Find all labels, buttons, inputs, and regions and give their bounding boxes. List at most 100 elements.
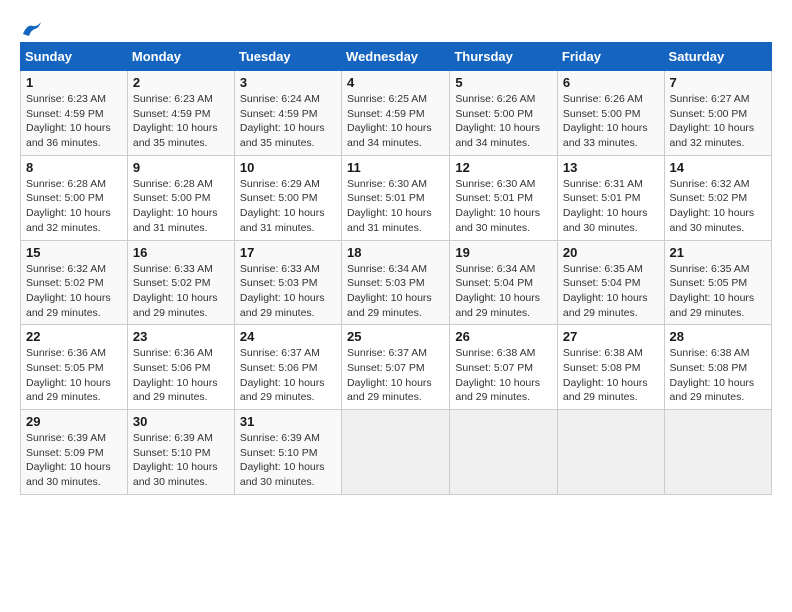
- calendar-table: SundayMondayTuesdayWednesdayThursdayFrid…: [20, 42, 772, 495]
- calendar-cell: 2 Sunrise: 6:23 AM Sunset: 4:59 PM Dayli…: [127, 71, 234, 156]
- calendar-cell: 16 Sunrise: 6:33 AM Sunset: 5:02 PM Dayl…: [127, 240, 234, 325]
- day-info: Sunrise: 6:36 AM Sunset: 5:06 PM Dayligh…: [133, 346, 229, 405]
- calendar-cell: 19 Sunrise: 6:34 AM Sunset: 5:04 PM Dayl…: [450, 240, 558, 325]
- calendar-cell: [557, 410, 664, 495]
- calendar-cell: 28 Sunrise: 6:38 AM Sunset: 5:08 PM Dayl…: [664, 325, 771, 410]
- calendar-cell: 25 Sunrise: 6:37 AM Sunset: 5:07 PM Dayl…: [342, 325, 450, 410]
- col-header-monday: Monday: [127, 43, 234, 71]
- calendar-cell: 22 Sunrise: 6:36 AM Sunset: 5:05 PM Dayl…: [21, 325, 128, 410]
- day-number: 6: [563, 75, 659, 90]
- calendar-cell: 1 Sunrise: 6:23 AM Sunset: 4:59 PM Dayli…: [21, 71, 128, 156]
- day-info: Sunrise: 6:39 AM Sunset: 5:10 PM Dayligh…: [133, 431, 229, 490]
- day-info: Sunrise: 6:29 AM Sunset: 5:00 PM Dayligh…: [240, 177, 336, 236]
- day-info: Sunrise: 6:33 AM Sunset: 5:02 PM Dayligh…: [133, 262, 229, 321]
- calendar-cell: 17 Sunrise: 6:33 AM Sunset: 5:03 PM Dayl…: [234, 240, 341, 325]
- day-info: Sunrise: 6:37 AM Sunset: 5:07 PM Dayligh…: [347, 346, 444, 405]
- day-number: 17: [240, 245, 336, 260]
- day-info: Sunrise: 6:39 AM Sunset: 5:10 PM Dayligh…: [240, 431, 336, 490]
- day-info: Sunrise: 6:23 AM Sunset: 4:59 PM Dayligh…: [26, 92, 122, 151]
- calendar-cell: 30 Sunrise: 6:39 AM Sunset: 5:10 PM Dayl…: [127, 410, 234, 495]
- calendar-cell: 27 Sunrise: 6:38 AM Sunset: 5:08 PM Dayl…: [557, 325, 664, 410]
- calendar-cell: 21 Sunrise: 6:35 AM Sunset: 5:05 PM Dayl…: [664, 240, 771, 325]
- calendar-cell: 5 Sunrise: 6:26 AM Sunset: 5:00 PM Dayli…: [450, 71, 558, 156]
- day-info: Sunrise: 6:32 AM Sunset: 5:02 PM Dayligh…: [26, 262, 122, 321]
- calendar-cell: 20 Sunrise: 6:35 AM Sunset: 5:04 PM Dayl…: [557, 240, 664, 325]
- day-info: Sunrise: 6:28 AM Sunset: 5:00 PM Dayligh…: [26, 177, 122, 236]
- calendar-cell: 11 Sunrise: 6:30 AM Sunset: 5:01 PM Dayl…: [342, 155, 450, 240]
- day-number: 28: [670, 329, 766, 344]
- col-header-saturday: Saturday: [664, 43, 771, 71]
- day-info: Sunrise: 6:27 AM Sunset: 5:00 PM Dayligh…: [670, 92, 766, 151]
- day-number: 7: [670, 75, 766, 90]
- day-info: Sunrise: 6:38 AM Sunset: 5:08 PM Dayligh…: [670, 346, 766, 405]
- calendar-cell: [450, 410, 558, 495]
- day-number: 24: [240, 329, 336, 344]
- day-number: 30: [133, 414, 229, 429]
- day-info: Sunrise: 6:34 AM Sunset: 5:04 PM Dayligh…: [455, 262, 552, 321]
- day-number: 5: [455, 75, 552, 90]
- calendar-cell: 10 Sunrise: 6:29 AM Sunset: 5:00 PM Dayl…: [234, 155, 341, 240]
- day-number: 16: [133, 245, 229, 260]
- calendar-cell: 29 Sunrise: 6:39 AM Sunset: 5:09 PM Dayl…: [21, 410, 128, 495]
- logo: [20, 20, 44, 32]
- day-number: 27: [563, 329, 659, 344]
- day-number: 13: [563, 160, 659, 175]
- day-number: 21: [670, 245, 766, 260]
- page-header: [20, 20, 772, 32]
- day-info: Sunrise: 6:38 AM Sunset: 5:08 PM Dayligh…: [563, 346, 659, 405]
- day-number: 2: [133, 75, 229, 90]
- day-number: 18: [347, 245, 444, 260]
- calendar-cell: 26 Sunrise: 6:38 AM Sunset: 5:07 PM Dayl…: [450, 325, 558, 410]
- day-number: 9: [133, 160, 229, 175]
- day-info: Sunrise: 6:35 AM Sunset: 5:05 PM Dayligh…: [670, 262, 766, 321]
- day-number: 12: [455, 160, 552, 175]
- calendar-cell: 8 Sunrise: 6:28 AM Sunset: 5:00 PM Dayli…: [21, 155, 128, 240]
- day-number: 29: [26, 414, 122, 429]
- col-header-wednesday: Wednesday: [342, 43, 450, 71]
- day-number: 31: [240, 414, 336, 429]
- calendar-cell: 7 Sunrise: 6:27 AM Sunset: 5:00 PM Dayli…: [664, 71, 771, 156]
- day-number: 23: [133, 329, 229, 344]
- calendar-cell: 9 Sunrise: 6:28 AM Sunset: 5:00 PM Dayli…: [127, 155, 234, 240]
- day-number: 4: [347, 75, 444, 90]
- day-number: 25: [347, 329, 444, 344]
- calendar-cell: 14 Sunrise: 6:32 AM Sunset: 5:02 PM Dayl…: [664, 155, 771, 240]
- logo-bird-icon: [21, 20, 43, 38]
- day-number: 22: [26, 329, 122, 344]
- day-number: 20: [563, 245, 659, 260]
- day-number: 26: [455, 329, 552, 344]
- day-number: 11: [347, 160, 444, 175]
- day-info: Sunrise: 6:34 AM Sunset: 5:03 PM Dayligh…: [347, 262, 444, 321]
- day-number: 10: [240, 160, 336, 175]
- day-info: Sunrise: 6:25 AM Sunset: 4:59 PM Dayligh…: [347, 92, 444, 151]
- calendar-cell: 12 Sunrise: 6:30 AM Sunset: 5:01 PM Dayl…: [450, 155, 558, 240]
- day-info: Sunrise: 6:31 AM Sunset: 5:01 PM Dayligh…: [563, 177, 659, 236]
- day-info: Sunrise: 6:33 AM Sunset: 5:03 PM Dayligh…: [240, 262, 336, 321]
- day-info: Sunrise: 6:38 AM Sunset: 5:07 PM Dayligh…: [455, 346, 552, 405]
- calendar-cell: [342, 410, 450, 495]
- calendar-cell: 31 Sunrise: 6:39 AM Sunset: 5:10 PM Dayl…: [234, 410, 341, 495]
- day-info: Sunrise: 6:30 AM Sunset: 5:01 PM Dayligh…: [347, 177, 444, 236]
- day-info: Sunrise: 6:26 AM Sunset: 5:00 PM Dayligh…: [563, 92, 659, 151]
- calendar-cell: 18 Sunrise: 6:34 AM Sunset: 5:03 PM Dayl…: [342, 240, 450, 325]
- day-info: Sunrise: 6:24 AM Sunset: 4:59 PM Dayligh…: [240, 92, 336, 151]
- day-number: 1: [26, 75, 122, 90]
- day-number: 3: [240, 75, 336, 90]
- calendar-cell: 4 Sunrise: 6:25 AM Sunset: 4:59 PM Dayli…: [342, 71, 450, 156]
- day-info: Sunrise: 6:26 AM Sunset: 5:00 PM Dayligh…: [455, 92, 552, 151]
- day-number: 15: [26, 245, 122, 260]
- day-info: Sunrise: 6:32 AM Sunset: 5:02 PM Dayligh…: [670, 177, 766, 236]
- col-header-tuesday: Tuesday: [234, 43, 341, 71]
- day-info: Sunrise: 6:30 AM Sunset: 5:01 PM Dayligh…: [455, 177, 552, 236]
- day-info: Sunrise: 6:39 AM Sunset: 5:09 PM Dayligh…: [26, 431, 122, 490]
- calendar-cell: [664, 410, 771, 495]
- day-number: 19: [455, 245, 552, 260]
- day-info: Sunrise: 6:36 AM Sunset: 5:05 PM Dayligh…: [26, 346, 122, 405]
- calendar-cell: 24 Sunrise: 6:37 AM Sunset: 5:06 PM Dayl…: [234, 325, 341, 410]
- calendar-cell: 6 Sunrise: 6:26 AM Sunset: 5:00 PM Dayli…: [557, 71, 664, 156]
- day-info: Sunrise: 6:23 AM Sunset: 4:59 PM Dayligh…: [133, 92, 229, 151]
- col-header-friday: Friday: [557, 43, 664, 71]
- day-number: 14: [670, 160, 766, 175]
- col-header-thursday: Thursday: [450, 43, 558, 71]
- day-info: Sunrise: 6:37 AM Sunset: 5:06 PM Dayligh…: [240, 346, 336, 405]
